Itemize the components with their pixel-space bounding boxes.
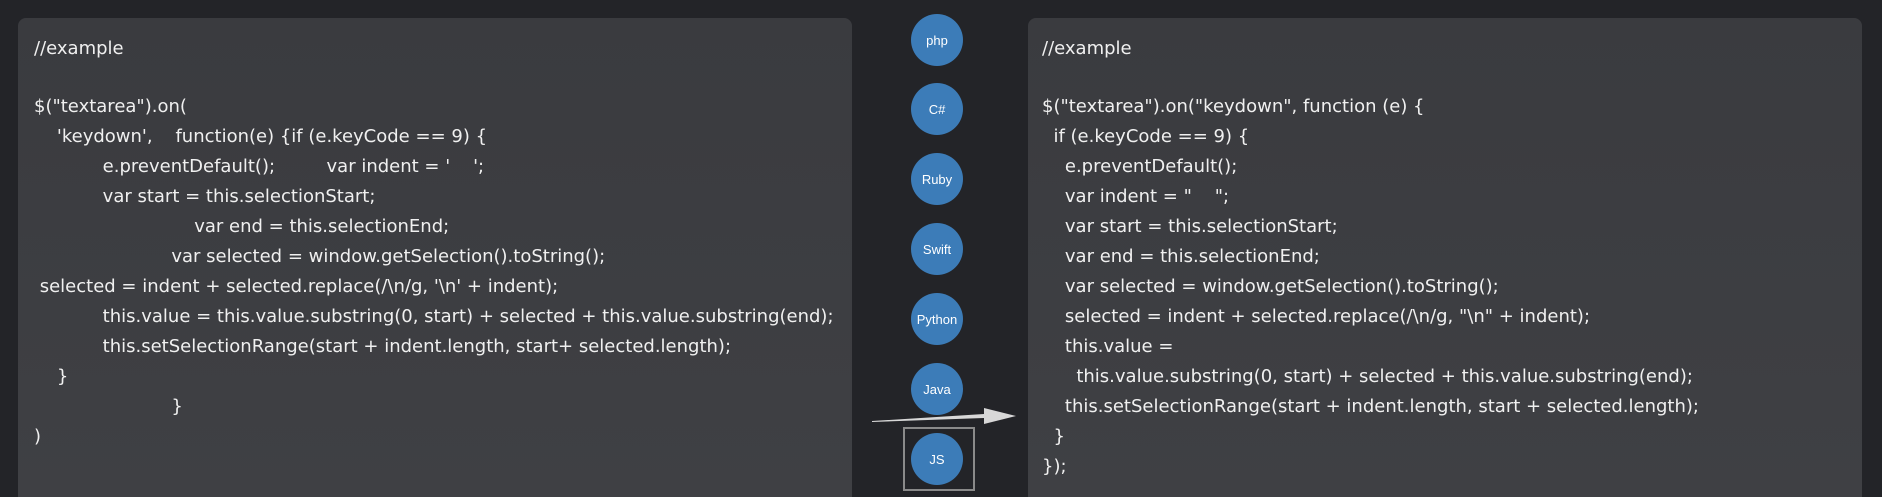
language-button-csharp[interactable]: C# — [911, 83, 963, 135]
code-line: this.value = — [1042, 336, 1174, 357]
code-line: //example — [1042, 38, 1132, 59]
code-line: var start = this.selectionStart; — [34, 186, 376, 207]
code-line: var selected = window.getSelection().toS… — [1042, 276, 1499, 297]
code-line: 'keydown', function(e) {if (e.keyCode ==… — [34, 126, 488, 147]
code-line: this.value.substring(0, start) + selecte… — [1042, 366, 1693, 387]
code-line: } — [34, 366, 69, 387]
code-line: var end = this.selectionEnd; — [1042, 246, 1320, 267]
language-button-ruby[interactable]: Ruby — [911, 153, 963, 205]
code-line: //example — [34, 38, 124, 59]
right-arrow-icon — [872, 408, 1016, 424]
code-line: e.preventDefault(); var indent = ' '; — [34, 156, 485, 177]
code-line: var indent = " "; — [1042, 186, 1230, 207]
code-line: $("textarea").on( — [34, 96, 187, 117]
code-line: $("textarea").on("keydown", function (e)… — [1042, 96, 1425, 117]
code-line: this.setSelectionRange(start + indent.le… — [34, 336, 732, 357]
output-code-panel[interactable]: //example $("textarea").on("keydown", fu… — [1028, 18, 1862, 497]
output-code: //example $("textarea").on("keydown", fu… — [1028, 18, 1862, 477]
selected-language-indicator — [903, 427, 975, 491]
language-button-python[interactable]: Python — [911, 293, 963, 345]
code-line: var start = this.selectionStart; — [1042, 216, 1338, 237]
code-line: } — [1042, 426, 1065, 447]
code-line: } — [34, 396, 183, 417]
code-line: if (e.keyCode == 9) { — [1042, 126, 1250, 147]
code-line: this.value = this.value.substring(0, sta… — [34, 306, 834, 327]
input-code: //example $("textarea").on( 'keydown', f… — [18, 18, 852, 447]
input-code-panel[interactable]: //example $("textarea").on( 'keydown', f… — [18, 18, 852, 497]
code-line: selected = indent + selected.replace(/\n… — [1042, 306, 1591, 327]
code-line: this.setSelectionRange(start + indent.le… — [1042, 396, 1699, 417]
code-line: ) — [34, 426, 42, 447]
code-line: e.preventDefault(); — [1042, 156, 1238, 177]
code-line: var selected = window.getSelection().toS… — [34, 246, 606, 267]
code-line: }); — [1042, 456, 1067, 477]
language-button-php[interactable]: php — [911, 14, 963, 66]
app-root: //example $("textarea").on( 'keydown', f… — [0, 0, 1882, 497]
code-line: selected = indent + selected.replace(/\n… — [34, 276, 559, 297]
code-line: var end = this.selectionEnd; — [34, 216, 450, 237]
language-button-swift[interactable]: Swift — [911, 223, 963, 275]
